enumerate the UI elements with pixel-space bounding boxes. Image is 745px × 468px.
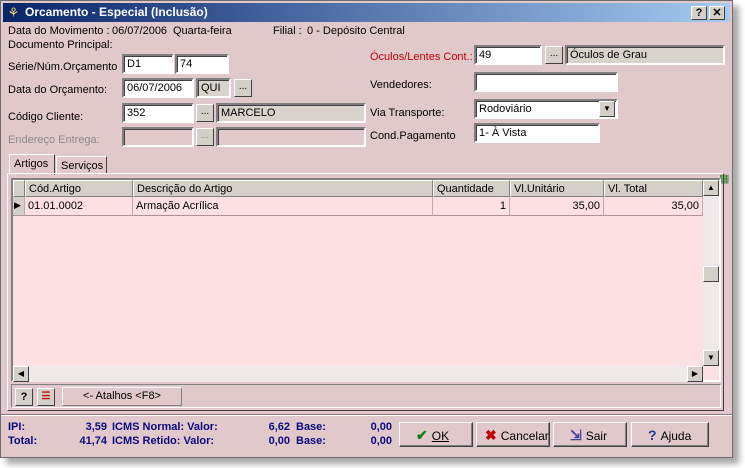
ajuda-button[interactable]: ? Ajuda: [631, 422, 709, 447]
title-bar: ⚘ Orcamento - Especial (Inclusão) ? ✕: [3, 3, 730, 22]
cliente-nome-field: MARCELO: [216, 103, 366, 123]
ipi-label: IPI:: [8, 421, 26, 433]
oculos-lentes-label[interactable]: Óculos/Lentes Cont.:: [370, 51, 473, 63]
cell-descricao[interactable]: Armação Acrílica: [133, 197, 433, 216]
orcamento-window: ⚘ Orcamento - Especial (Inclusão) ? ✕ Da…: [0, 0, 733, 458]
vertical-scroll-thumb[interactable]: [703, 266, 719, 282]
filial-label: Filial :: [273, 25, 302, 37]
col-header-unitario[interactable]: Vl.Unitário: [510, 180, 604, 197]
scroll-left-icon[interactable]: ◀: [13, 366, 29, 382]
icms-normal-label: ICMS Normal: Valor:: [112, 421, 218, 433]
tab-servicos-label: Serviços: [61, 160, 104, 172]
icms-retido-value: 0,00: [268, 435, 290, 447]
base-retido-value: 0,00: [370, 435, 392, 447]
sair-button[interactable]: ⇲ Sair: [553, 422, 627, 447]
vertical-scrollbar[interactable]: ▲ ▼: [703, 180, 719, 366]
documento-principal-label: Documento Principal:: [8, 39, 113, 51]
cond-pagamento-label: Cond.Pagamento: [370, 130, 456, 142]
endereco-lookup-button[interactable]: ...: [196, 128, 214, 146]
scroll-down-icon[interactable]: ▼: [703, 350, 719, 366]
tab-servicos[interactable]: Serviços: [56, 156, 107, 174]
dia-semana-field: QUI: [196, 78, 231, 98]
oculos-lookup-button[interactable]: ...: [545, 46, 563, 64]
ajuda-label: Ajuda: [660, 429, 692, 443]
cond-pagamento-input[interactable]: 1- À Vista: [474, 123, 600, 143]
vendedores-label: Vendedores:: [370, 79, 432, 91]
sair-label: Sair: [585, 429, 608, 443]
base-retido-label: Base:: [296, 435, 326, 447]
endereco-desc-field: [216, 127, 366, 147]
cancelar-label: Cancelar: [500, 429, 549, 443]
icms-retido-label: ICMS Retido: Valor:: [112, 435, 215, 447]
weekday-value: Quarta-feira: [173, 25, 232, 37]
col-header-codigo[interactable]: Cód.Artigo: [25, 180, 133, 197]
chevron-down-icon[interactable]: ▼: [599, 101, 615, 117]
help-title-button[interactable]: ?: [691, 6, 707, 20]
tab-artigos[interactable]: Artigos: [9, 154, 55, 175]
atalhos-button[interactable]: <- Atalhos <F8>: [62, 387, 182, 406]
cell-unitario[interactable]: 35,00: [510, 197, 604, 216]
col-header-total[interactable]: Vl. Total: [604, 180, 703, 197]
date-picker-button[interactable]: ...: [234, 79, 252, 97]
divider: [1, 414, 732, 416]
codigo-cliente-label: Código Cliente:: [8, 111, 84, 123]
vendedores-input[interactable]: [474, 72, 618, 92]
oculos-desc-field: Óculos de Grau: [565, 45, 725, 65]
numero-orcamento-input[interactable]: 74: [175, 54, 229, 74]
via-transporte-select[interactable]: Rodoviário: [474, 99, 618, 119]
check-icon: ✔: [416, 427, 428, 443]
tab-artigos-label: Artigos: [14, 158, 49, 170]
data-movimento-value: 06/07/2006: [112, 25, 168, 37]
cell-codigo[interactable]: 01.01.0002: [25, 197, 133, 216]
list-icon[interactable]: ☰: [37, 388, 55, 406]
total-value: 41,74: [79, 435, 107, 447]
data-orcamento-input[interactable]: 06/07/2006: [122, 78, 194, 98]
scroll-up-icon[interactable]: ▲: [703, 180, 719, 196]
codigo-cliente-input[interactable]: 352: [122, 103, 194, 123]
cell-quantidade[interactable]: 1: [433, 197, 510, 216]
serie-input[interactable]: D1: [122, 54, 174, 74]
ok-button[interactable]: ✔ OK: [399, 422, 473, 447]
col-header-descricao[interactable]: Descrição do Artigo: [133, 180, 433, 197]
data-orcamento-label: Data do Orçamento:: [8, 84, 108, 96]
cell-total[interactable]: 35,00: [604, 197, 703, 216]
col-header-quantidade[interactable]: Quantidade: [433, 180, 510, 197]
base-normal-label: Base:: [296, 421, 326, 433]
row-indicator-icon[interactable]: ▶: [13, 197, 25, 216]
ok-label: OK: [431, 429, 450, 443]
help-icon[interactable]: ?: [15, 388, 33, 406]
filial-value: 0 - Depósito Central: [307, 25, 405, 37]
question-icon: ?: [648, 427, 657, 443]
base-normal-value: 0,00: [370, 421, 392, 433]
close-button[interactable]: ✕: [709, 6, 725, 20]
cancelar-button[interactable]: ✖ Cancelar: [476, 422, 550, 447]
oculos-input[interactable]: 49: [474, 45, 542, 65]
ipi-value: 3,59: [85, 421, 107, 433]
close-icon: ✖: [485, 427, 497, 443]
endereco-entrega-input: [122, 127, 194, 147]
serie-numero-label: Série/Núm.Orçamento: [8, 61, 118, 73]
scroll-right-icon[interactable]: ▶: [687, 366, 703, 382]
horizontal-scrollbar[interactable]: ◀ ▶: [13, 366, 703, 382]
exit-door-icon: ⇲: [570, 427, 582, 443]
window-title: Orcamento - Especial (Inclusão): [25, 5, 208, 19]
data-movimento-label: Data do Movimento :: [8, 25, 110, 37]
grid-corner: [13, 180, 25, 197]
total-label: Total:: [8, 435, 38, 447]
artigos-grid: Cód.Artigo Descrição do Artigo Quantidad…: [11, 178, 721, 382]
app-icon: ⚘: [7, 5, 20, 20]
grid-toolbar: ? ☰ <- Atalhos <F8>: [11, 384, 721, 408]
via-transporte-label: Via Transporte:: [370, 107, 445, 119]
endereco-entrega-label: Endereço Entrega:: [8, 134, 100, 146]
cliente-lookup-button[interactable]: ...: [196, 104, 214, 122]
icms-normal-value: 6,62: [268, 421, 290, 433]
